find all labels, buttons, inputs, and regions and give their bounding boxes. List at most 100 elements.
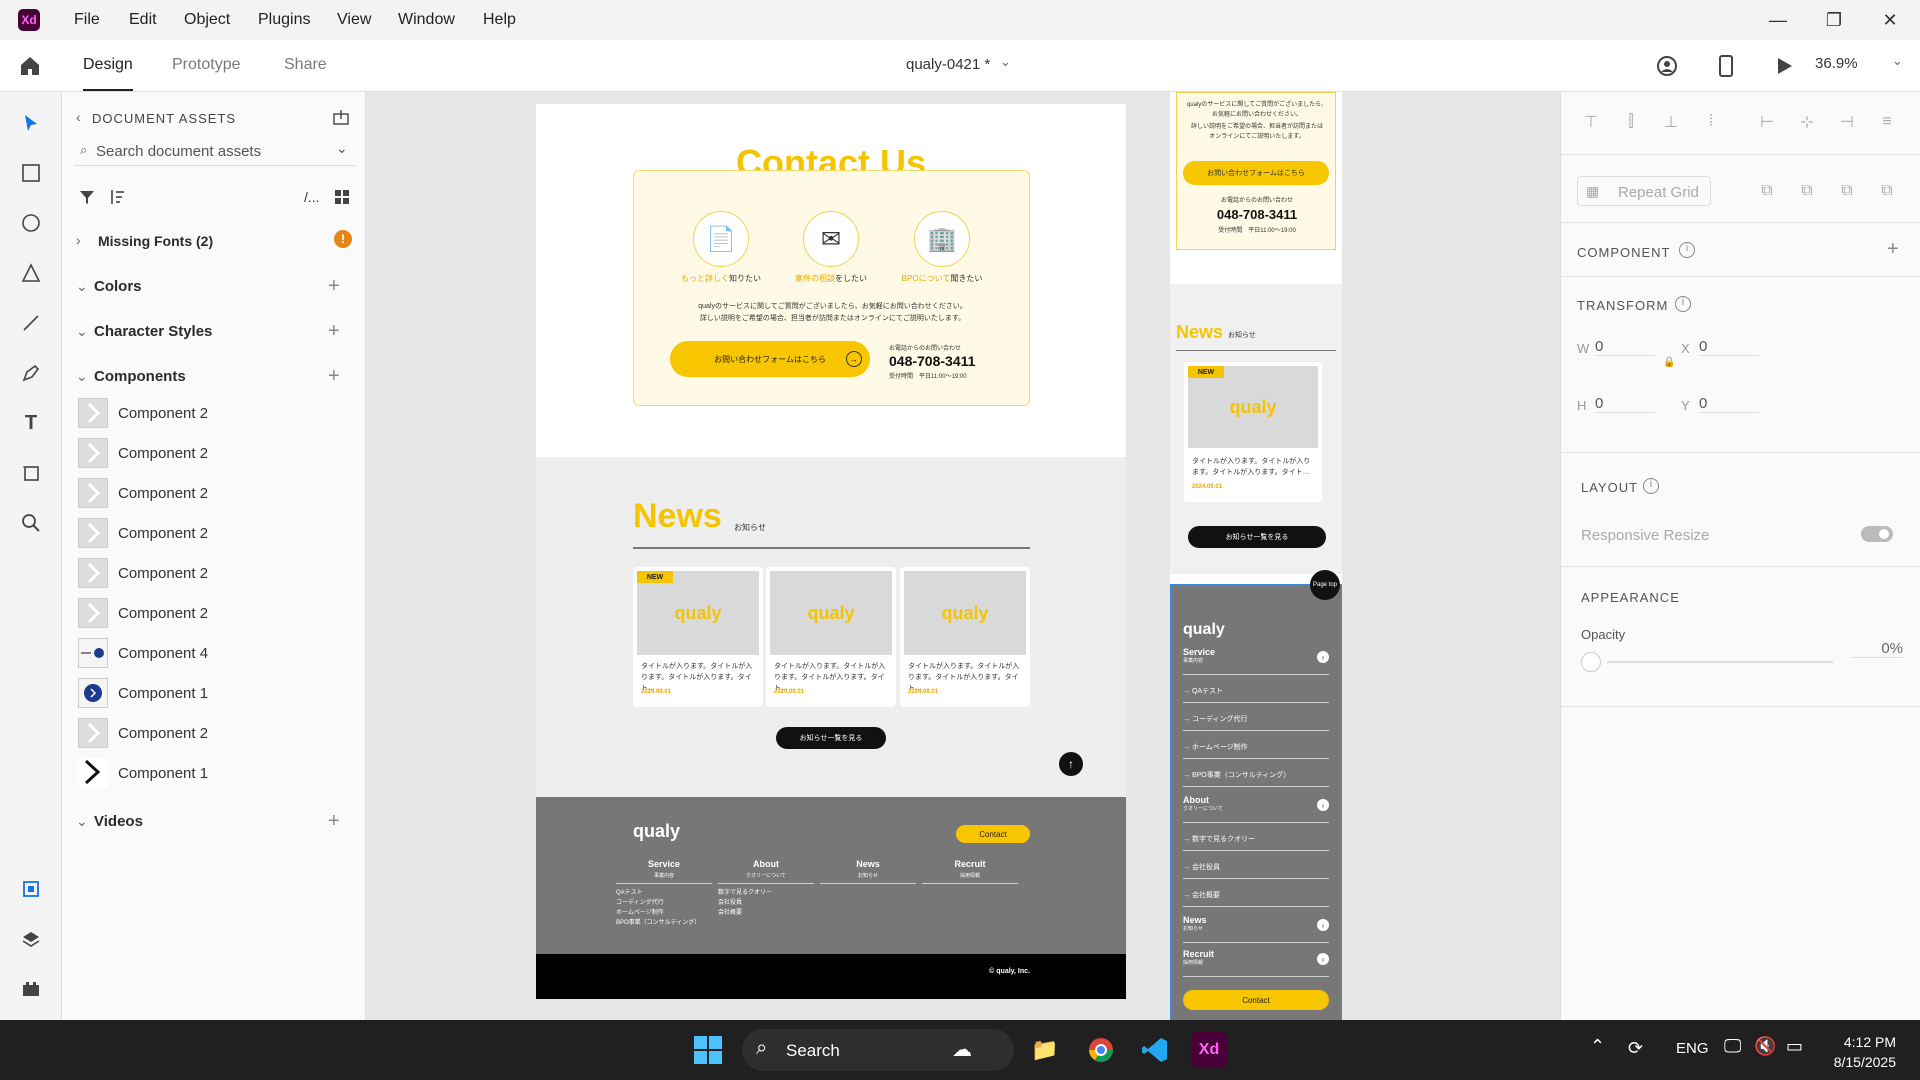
- play-icon[interactable]: [1772, 54, 1796, 78]
- boolean-subtract-icon[interactable]: ⧉: [1797, 181, 1817, 201]
- tab-prototype[interactable]: Prototype: [172, 56, 240, 74]
- contact-form-button[interactable]: お問い合わせフォームはこちら: [670, 341, 870, 377]
- ellipse-tool-icon[interactable]: [18, 210, 44, 236]
- align-middle-icon[interactable]: ⫿: [1621, 112, 1641, 132]
- filter-icon[interactable]: [78, 188, 96, 206]
- footer-col-head[interactable]: Recruit: [954, 859, 985, 869]
- page-top-button[interactable]: Page top: [1310, 570, 1340, 600]
- restore-icon[interactable]: ❐: [1822, 8, 1846, 32]
- document-title[interactable]: qualy-0421 *: [906, 56, 990, 73]
- lock-aspect-icon[interactable]: 🔒: [1663, 357, 1675, 368]
- footer[interactable]: qualy Contact Service 事業内容 QAテスト コーディング代行…: [536, 797, 1126, 954]
- component-item[interactable]: Component 2: [78, 718, 348, 748]
- add-color-icon[interactable]: +: [328, 276, 340, 296]
- align-bottom-icon[interactable]: ⊥: [1661, 112, 1681, 132]
- add-character-style-icon[interactable]: +: [328, 321, 340, 341]
- mobile-footer-row[interactable]: Service 事業内容 ›: [1183, 647, 1329, 675]
- contact-card[interactable]: 📄 ✉ 🏢 もっと詳しく知りたい 案件の相談をしたい BPOについて聞きたい q…: [633, 170, 1030, 406]
- sync-icon[interactable]: ⟳: [1628, 1038, 1643, 1059]
- line-tool-icon[interactable]: [18, 310, 44, 336]
- boolean-add-icon[interactable]: ⧉: [1757, 181, 1777, 201]
- missing-fonts-label[interactable]: Missing Fonts (2): [98, 233, 213, 249]
- footer-link[interactable]: BPO事業（コンサルティング）: [616, 918, 712, 928]
- footer-contact-button[interactable]: Contact: [956, 825, 1030, 843]
- news-card[interactable]: qualy タイトルが入ります。タイトルが入ります。タイトルが入ります。タイト……: [900, 567, 1030, 707]
- mobile-footer-row[interactable]: Recruit 採用情報 ›: [1183, 949, 1329, 977]
- mobile-footer-row[interactable]: → 会社役員: [1183, 855, 1329, 879]
- document-search-icon[interactable]: 📄: [693, 211, 749, 267]
- vscode-icon[interactable]: [1137, 1032, 1173, 1068]
- footer-link[interactable]: 数字で見るクオリー: [718, 888, 814, 898]
- mobile-footer-row[interactable]: About クオリーについて ›: [1183, 795, 1329, 823]
- distribute-vertical-icon[interactable]: ⦙: [1701, 112, 1721, 132]
- add-video-icon[interactable]: +: [328, 811, 340, 831]
- chevron-up-icon[interactable]: ⌃: [1590, 1036, 1605, 1057]
- plugins-icon[interactable]: [18, 976, 44, 1002]
- mobile-contact-card[interactable]: qualyのサービスに関してご質問がございましたら、 お気軽にお問い合わせくださ…: [1176, 92, 1336, 250]
- info-icon[interactable]: i: [1675, 296, 1691, 312]
- height-input[interactable]: 0: [1595, 395, 1655, 413]
- colors-chevron-icon[interactable]: ⌄: [76, 278, 88, 295]
- user-icon[interactable]: [1655, 54, 1679, 78]
- info-icon[interactable]: i: [1679, 242, 1695, 258]
- text-tool-icon[interactable]: T: [18, 410, 44, 436]
- grid-view-icon[interactable]: [334, 189, 350, 205]
- polygon-tool-icon[interactable]: [18, 260, 44, 286]
- mobile-footer-row[interactable]: → 会社概要: [1183, 883, 1329, 907]
- align-left-icon[interactable]: ⊢: [1757, 112, 1777, 132]
- zoom-chevron-icon[interactable]: ⌄: [1892, 53, 1903, 69]
- tab-design[interactable]: Design: [83, 56, 133, 91]
- minimize-icon[interactable]: —: [1766, 8, 1790, 32]
- language-indicator[interactable]: ENG: [1676, 1040, 1709, 1057]
- components-chevron-icon[interactable]: ⌄: [76, 368, 88, 385]
- chevron-down-icon[interactable]: ⌄: [1000, 54, 1011, 70]
- mobile-footer-contact-button[interactable]: Contact: [1183, 990, 1329, 1010]
- search-chevron-icon[interactable]: ⌄: [336, 140, 348, 157]
- sort-icon[interactable]: [108, 188, 126, 206]
- mobile-news-card[interactable]: qualy NEW タイトルが入ります。タイトルが入ります。タイトルが入ります。…: [1184, 362, 1322, 502]
- videos-section-title[interactable]: Videos: [94, 813, 143, 830]
- tab-share[interactable]: Share: [284, 56, 327, 74]
- add-component-icon[interactable]: +: [328, 366, 340, 386]
- back-chevron-icon[interactable]: ‹: [76, 109, 81, 125]
- videos-chevron-icon[interactable]: ⌄: [76, 813, 88, 830]
- menu-help[interactable]: Help: [483, 11, 516, 29]
- menu-window[interactable]: Window: [398, 11, 455, 29]
- footer-col-head[interactable]: Service: [648, 859, 680, 869]
- mobile-footer-row[interactable]: → QAテスト: [1183, 679, 1329, 703]
- search-input[interactable]: Search document assets: [96, 143, 261, 160]
- colors-section-title[interactable]: Colors: [94, 278, 142, 295]
- align-center-icon[interactable]: ⊹: [1797, 112, 1817, 132]
- news-more-button[interactable]: お知らせ一覧を見る: [776, 727, 886, 749]
- opacity-input[interactable]: 0%: [1851, 640, 1903, 658]
- mobile-footer-row[interactable]: → ホームページ制作: [1183, 735, 1329, 759]
- add-component-state-icon[interactable]: +: [1887, 238, 1899, 261]
- arrow-up-icon[interactable]: ↑: [1059, 752, 1083, 776]
- footer-link[interactable]: 会社概要: [718, 908, 814, 918]
- adobe-xd-icon[interactable]: Xd: [1191, 1032, 1227, 1068]
- mail-icon[interactable]: ✉: [803, 211, 859, 267]
- mobile-news-more-button[interactable]: お知らせ一覧を見る: [1188, 526, 1326, 548]
- menu-plugins[interactable]: Plugins: [258, 11, 310, 29]
- volume-mute-icon[interactable]: 🔇: [1754, 1036, 1776, 1057]
- mobile-footer[interactable]: qualy Service 事業内容 › → QAテスト → コーディング代行 → …: [1170, 584, 1342, 1020]
- width-input[interactable]: 0: [1595, 338, 1655, 356]
- character-styles-section-title[interactable]: Character Styles: [94, 323, 212, 340]
- boolean-exclude-icon[interactable]: ⧉: [1877, 181, 1897, 201]
- office-building-icon[interactable]: 🏢: [914, 211, 970, 267]
- clock[interactable]: 4:12 PM 8/15/2025: [1834, 1032, 1896, 1072]
- component-item[interactable]: Component 1: [78, 758, 348, 788]
- mobile-footer-row[interactable]: → BPO事業（コンサルティング）: [1183, 763, 1329, 787]
- footer-col-head[interactable]: News: [856, 859, 880, 869]
- search-assets-box[interactable]: ⌕ Search document assets ⌄: [74, 136, 356, 166]
- rectangle-tool-icon[interactable]: [18, 160, 44, 186]
- components-section-title[interactable]: Components: [94, 368, 186, 385]
- footer-col-head[interactable]: About: [753, 859, 779, 869]
- news-section[interactable]: News お知らせ qualy NEW タイトルが入ります。タイトルが入ります。…: [536, 457, 1126, 797]
- component-item[interactable]: Component 2: [78, 518, 348, 548]
- boolean-intersect-icon[interactable]: ⧉: [1837, 181, 1857, 201]
- opacity-slider-track[interactable]: [1607, 661, 1833, 663]
- home-icon[interactable]: [18, 54, 42, 78]
- component-item[interactable]: Component 2: [78, 558, 348, 588]
- repeat-grid-button[interactable]: ▦ Repeat Grid: [1577, 176, 1711, 206]
